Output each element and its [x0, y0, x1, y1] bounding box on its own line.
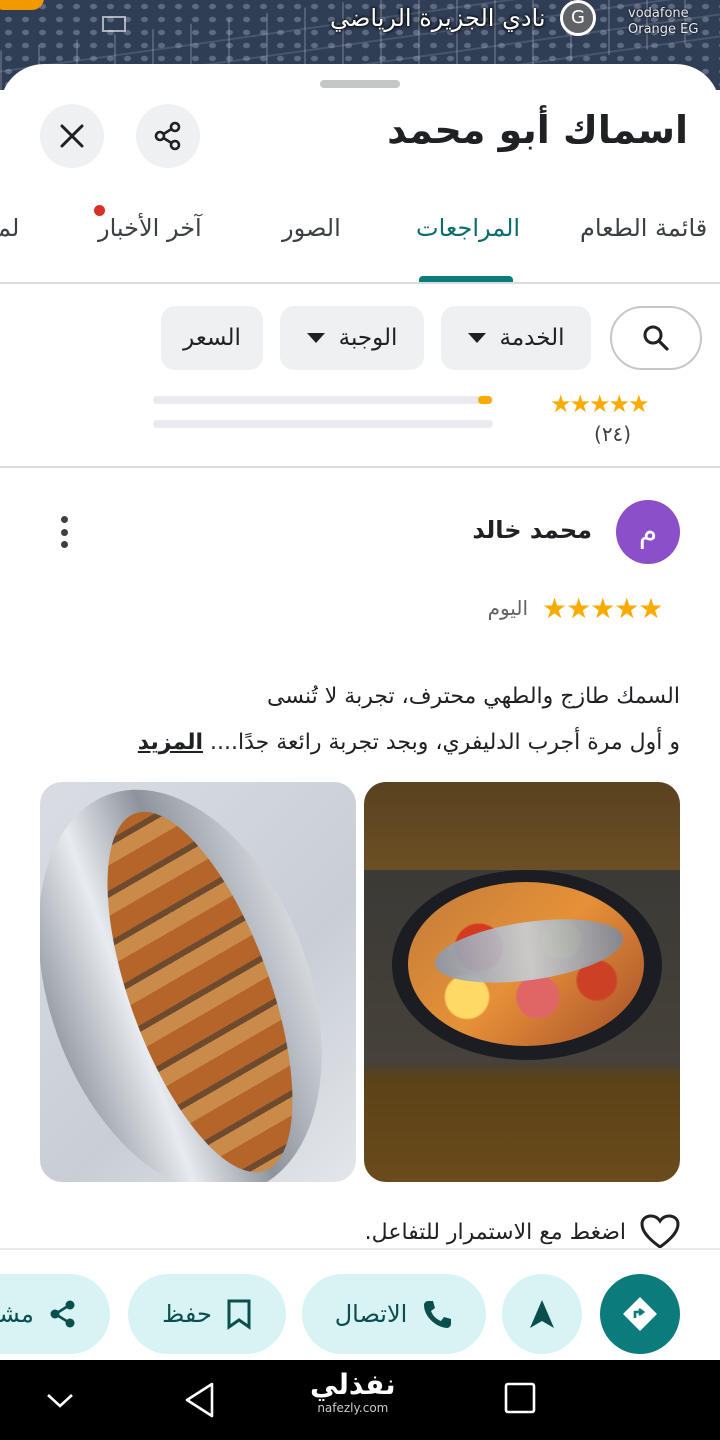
- chevron-down-icon: [467, 333, 486, 343]
- watermark-logo-text: نفذلي: [310, 1368, 396, 1401]
- review-line-2: و أول مرة أجرب الدليفري، وبجد تجربة رائع…: [40, 720, 680, 766]
- back-icon[interactable]: [182, 1380, 218, 1420]
- map-marker[interactable]: [0, 0, 44, 10]
- map-brand-line1: vodafone: [628, 6, 689, 21]
- tab-reviews[interactable]: المراجعات: [416, 214, 520, 242]
- rating-bar-track: [153, 420, 493, 428]
- map-place-label[interactable]: نادي الجزيرة الرياضي: [330, 4, 546, 32]
- review-photo-fish[interactable]: [40, 782, 356, 1182]
- bookmark-icon: [227, 1299, 251, 1330]
- share-label: مشا: [0, 1300, 34, 1328]
- filter-chip-price[interactable]: السعر: [161, 306, 263, 370]
- rating-bar-fill: [478, 396, 492, 404]
- watermark-url: nafezly.com: [317, 1401, 389, 1415]
- review-photo-dish[interactable]: [364, 782, 680, 1182]
- map-building: [102, 16, 126, 32]
- react-row[interactable]: اضغط مع الاستمرار للتفاعل.: [365, 1214, 680, 1250]
- search-reviews-button[interactable]: [610, 306, 702, 370]
- new-updates-dot: [94, 205, 105, 216]
- heart-icon[interactable]: [640, 1214, 680, 1250]
- tab-about[interactable]: لم: [0, 214, 19, 242]
- phone-icon: [424, 1301, 452, 1328]
- save-label: حفظ: [162, 1300, 212, 1328]
- call-button[interactable]: الاتصال: [302, 1274, 486, 1354]
- directions-button[interactable]: [600, 1274, 680, 1354]
- start-navigation-button[interactable]: [502, 1274, 582, 1354]
- tab-updates[interactable]: آخر الأخبار: [98, 214, 202, 242]
- review-text: السمك طازج والطهي محترف، تجربة لا تُنسى …: [40, 674, 680, 766]
- summary-stars: ★★★★★: [550, 390, 650, 418]
- navigation-arrow-icon: [530, 1300, 554, 1328]
- map-brand-line2: Orange EG: [628, 22, 699, 37]
- close-icon: [60, 124, 84, 148]
- filter-chip-service-label: الخدمة: [499, 325, 565, 351]
- share-icon: [154, 121, 181, 151]
- map-pin-icon[interactable]: G: [560, 0, 596, 36]
- summary-review-count: (٢٤): [594, 422, 632, 446]
- dot-icon: [60, 541, 68, 548]
- react-prompt: اضغط مع الاستمرار للتفاعل.: [364, 1219, 626, 1245]
- avatar[interactable]: م: [616, 500, 680, 564]
- read-more-link[interactable]: المزيد: [138, 730, 203, 755]
- review-line-2-text: و أول مرة أجرب الدليفري، وبجد تجربة رائع…: [210, 730, 680, 755]
- more-options-button[interactable]: [46, 512, 82, 552]
- call-label: الاتصال: [334, 1300, 408, 1328]
- rating-bar-track: [153, 396, 493, 404]
- place-sheet: اسماك أبو محمد قائمة الطعام المراجعات ال…: [0, 64, 720, 1360]
- filter-chip-price-label: السعر: [183, 325, 241, 351]
- tab-photos[interactable]: الصور: [282, 214, 341, 242]
- directions-icon: [623, 1297, 657, 1331]
- tab-bar: قائمة الطعام المراجعات الصور آخر الأخبار…: [0, 194, 720, 284]
- filter-chip-service[interactable]: الخدمة: [441, 306, 591, 370]
- tab-menu[interactable]: قائمة الطعام: [580, 214, 707, 242]
- share-button[interactable]: [136, 104, 200, 168]
- review-stars: ★★★★★: [542, 592, 664, 625]
- save-button[interactable]: حفظ: [128, 1274, 286, 1354]
- review-line-1: السمك طازج والطهي محترف، تجربة لا تُنسى: [267, 684, 680, 709]
- share-icon: [50, 1300, 75, 1328]
- search-icon: [643, 325, 669, 351]
- collapse-keyboard-icon[interactable]: [44, 1384, 76, 1416]
- review-date: اليوم: [487, 596, 528, 620]
- summary-divider: [0, 466, 720, 468]
- filter-chip-meal-label: الوجبة: [338, 325, 398, 351]
- map-attribution: vodafone Orange EG: [628, 6, 698, 38]
- dot-icon: [60, 516, 68, 523]
- share-place-button[interactable]: مشا: [0, 1274, 110, 1354]
- tabs-divider: [0, 282, 720, 284]
- dot-icon: [60, 528, 68, 536]
- close-button[interactable]: [40, 104, 104, 168]
- watermark: نفذلي nafezly.com: [310, 1368, 396, 1415]
- action-bar: الاتصال حفظ مشا: [0, 1248, 720, 1360]
- place-title: اسماك أبو محمد: [387, 108, 688, 152]
- filter-chip-meal[interactable]: الوجبة: [280, 306, 424, 370]
- chevron-down-icon: [306, 333, 325, 343]
- drag-handle[interactable]: [320, 80, 400, 88]
- recents-icon[interactable]: [502, 1380, 538, 1416]
- reviewer-name[interactable]: محمد خالد: [472, 516, 592, 544]
